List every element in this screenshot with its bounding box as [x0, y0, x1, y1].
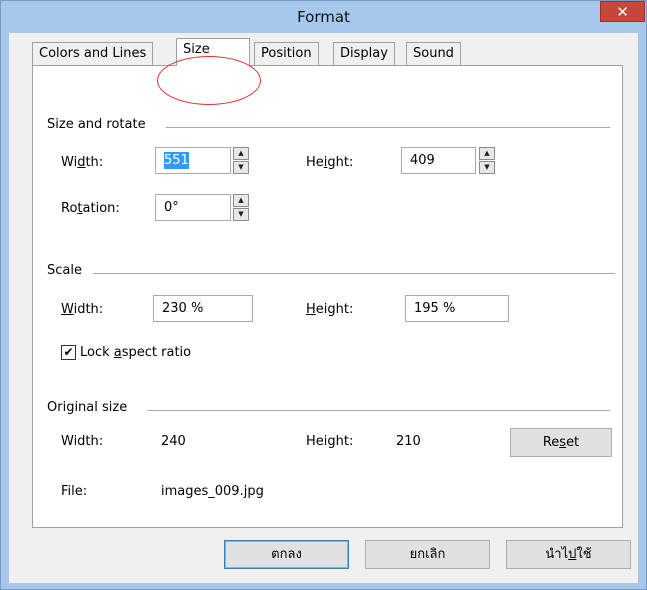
cancel-button[interactable]: ยกเลิก	[365, 540, 490, 569]
group-divider	[93, 273, 615, 274]
tab-size[interactable]: Size	[176, 38, 250, 66]
group-title-scale: Scale	[47, 263, 82, 278]
apply-button[interactable]: นำไปใช้	[506, 540, 631, 569]
height-spinner[interactable]: ▲ ▼	[479, 147, 495, 174]
window-title: Format	[297, 8, 350, 26]
height-label: Height:	[306, 155, 354, 170]
spin-up-icon[interactable]: ▲	[479, 147, 495, 160]
rotation-spinner[interactable]: ▲ ▼	[233, 194, 249, 221]
spin-up-icon[interactable]: ▲	[233, 147, 249, 160]
original-width-label: Width:	[61, 434, 104, 449]
spin-down-icon[interactable]: ▼	[479, 161, 495, 174]
scale-height-input[interactable]: 195 %	[405, 295, 509, 322]
tab-label: Sound	[413, 46, 454, 61]
width-value: 551	[164, 152, 189, 169]
tab-label: Position	[261, 46, 312, 61]
width-label: Width:	[61, 155, 104, 170]
spin-up-icon[interactable]: ▲	[233, 194, 249, 207]
spin-down-icon[interactable]: ▼	[233, 161, 249, 174]
close-icon: ✕	[616, 3, 629, 21]
close-button[interactable]: ✕	[600, 1, 645, 22]
group-title-size-rotate: Size and rotate	[47, 117, 146, 132]
reset-button[interactable]: Reset	[510, 428, 612, 457]
height-spin-input[interactable]: 409	[401, 147, 476, 174]
group-divider	[147, 410, 610, 411]
width-spin-input[interactable]: 551	[155, 147, 231, 174]
tab-display[interactable]: Display	[333, 42, 395, 65]
tab-position[interactable]: Position	[254, 42, 319, 65]
original-height-value: 210	[396, 434, 421, 449]
lock-aspect-ratio-label[interactable]: Lock aspect ratio	[80, 345, 191, 360]
rotation-spin-input[interactable]: 0°	[155, 194, 231, 221]
scale-height-label: Height:	[306, 302, 354, 317]
group-divider	[166, 127, 610, 128]
tab-label: Display	[340, 46, 388, 61]
original-height-label: Height:	[306, 434, 354, 449]
original-width-value: 240	[161, 434, 186, 449]
lock-aspect-ratio-checkbox[interactable]: ✔	[61, 345, 76, 360]
checkmark-icon: ✔	[63, 345, 74, 359]
ok-button[interactable]: ตกลง	[224, 540, 349, 569]
file-name-value: images_009.jpg	[161, 484, 264, 499]
tab-colors-and-lines[interactable]: Colors and Lines	[32, 42, 154, 65]
title-bar[interactable]: Format ✕	[1, 1, 646, 33]
tab-sound[interactable]: Sound	[406, 42, 461, 65]
scale-width-input[interactable]: 230 %	[153, 295, 253, 322]
tab-label: Colors and Lines	[39, 46, 147, 61]
size-tab-panel	[32, 65, 623, 528]
rotation-label: Rotation:	[61, 201, 120, 216]
spin-down-icon[interactable]: ▼	[233, 208, 249, 221]
group-title-original-size: Original size	[47, 400, 128, 415]
scale-width-label: Width:	[61, 302, 104, 317]
tab-label: Size	[183, 42, 210, 57]
width-spinner[interactable]: ▲ ▼	[233, 147, 249, 174]
file-label: File:	[61, 484, 88, 499]
